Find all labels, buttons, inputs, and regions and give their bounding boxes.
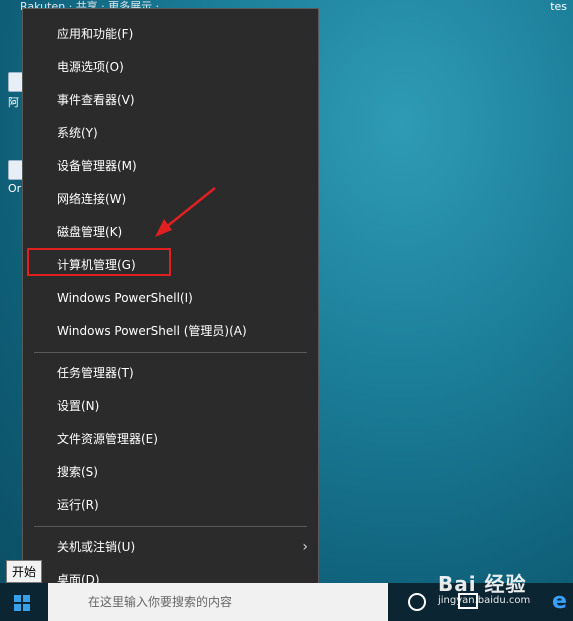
baidu-watermark: Bai 经验 jingyan.baidu.com [438, 568, 530, 606]
start-button[interactable] [0, 583, 44, 621]
watermark-logo: Bai 经验 [438, 572, 527, 596]
windows-start-icon [14, 595, 30, 611]
cortana-icon[interactable] [408, 593, 426, 611]
annotation-arrow-line [164, 187, 216, 229]
taskbar-search-input[interactable]: 在这里输入你要搜索的内容 [48, 583, 388, 621]
annotation-arrow-icon [155, 187, 216, 237]
edge-icon[interactable]: e [552, 591, 567, 613]
watermark-url: jingyan.baidu.com [438, 595, 531, 606]
annotation-arrow-head [155, 219, 172, 237]
start-tooltip: 开始 [6, 560, 43, 583]
